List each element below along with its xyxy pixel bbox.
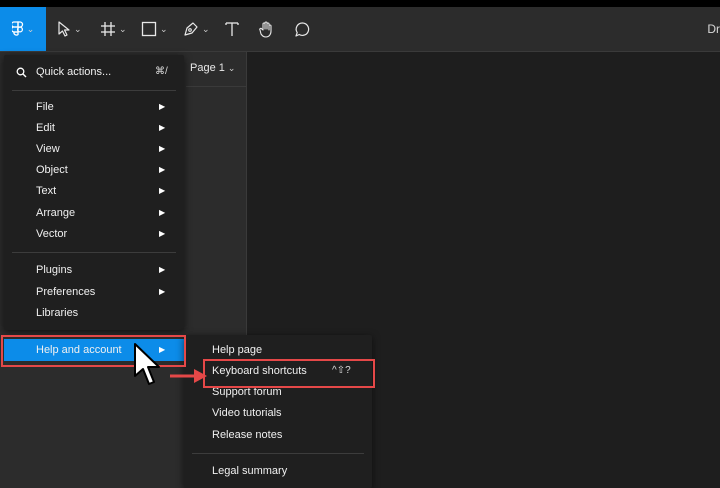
rectangle-icon — [141, 21, 157, 37]
submenu-arrow-icon: ▶ — [159, 208, 166, 217]
divider — [12, 252, 176, 253]
document-title[interactable]: Dr — [707, 22, 720, 36]
shape-tool-button[interactable]: ⌄ — [141, 7, 168, 51]
text-icon — [225, 22, 239, 36]
submenu-arrow-icon: ▶ — [159, 102, 166, 111]
menu-item-label: Legal summary — [212, 465, 288, 477]
comment-icon — [295, 21, 310, 37]
menu-item-help-page[interactable]: Help page — [184, 340, 372, 361]
cursor-arrow-icon — [58, 21, 70, 37]
submenu-arrow-icon: ▶ — [159, 265, 166, 274]
chevron-down-icon: ⌄ — [202, 23, 210, 34]
help-submenu: Help page Keyboard shortcuts ^⇧? Support… — [184, 335, 372, 488]
main-menu: Quick actions... ⌘/ File ▶ Edit ▶ View ▶ Ob… — [4, 55, 184, 330]
menu-item-label: Plugins — [36, 264, 73, 276]
submenu-arrow-icon: ▶ — [159, 123, 166, 132]
menu-item-video-tutorials[interactable]: Video tutorials — [184, 403, 372, 424]
submenu-arrow-icon: ▶ — [159, 186, 166, 195]
menu-item-libraries[interactable]: Libraries — [4, 303, 184, 324]
shortcut-label: ⌘/ — [155, 66, 168, 77]
menu-item-file[interactable]: File ▶ — [4, 97, 184, 118]
menu-item-label: Video tutorials — [212, 407, 282, 419]
highlight-box-keyboard-shortcuts — [203, 359, 375, 388]
menu-item-legal-summary[interactable]: Legal summary — [184, 461, 372, 482]
menu-item-label: Libraries — [36, 307, 79, 319]
chevron-down-icon: ⌄ — [74, 23, 82, 34]
menu-item-label: Help page — [212, 344, 263, 356]
chevron-down-icon: ⌄ — [227, 63, 236, 73]
menu-item-quick-actions[interactable]: Quick actions... ⌘/ — [4, 62, 184, 83]
menu-item-object[interactable]: Object ▶ — [4, 160, 184, 181]
menu-item-plugins[interactable]: Plugins ▶ — [4, 260, 184, 281]
menu-item-preferences[interactable]: Preferences ▶ — [4, 282, 184, 303]
menu-item-release-notes[interactable]: Release notes — [184, 425, 372, 446]
submenu-arrow-icon: ▶ — [159, 287, 166, 296]
menu-item-text[interactable]: Text ▶ — [4, 181, 184, 202]
pen-icon — [184, 22, 198, 36]
menu-item-label: Text — [36, 185, 57, 197]
menu-item-label: Edit — [36, 122, 55, 134]
chevron-down-icon: ⌄ — [26, 23, 35, 34]
menu-item-label: Arrange — [36, 207, 76, 219]
comment-tool-button[interactable] — [294, 7, 311, 51]
menu-item-label: Preferences — [36, 286, 96, 298]
menu-item-label: File — [36, 101, 54, 113]
divider — [12, 90, 176, 91]
mouse-cursor-icon — [134, 343, 160, 385]
menu-item-label: Vector — [36, 228, 68, 240]
toolbar: ⌄ ⌄ ⌄ ⌄ ⌄ Dr — [0, 7, 720, 52]
chevron-down-icon: ⌄ — [160, 23, 168, 34]
menu-item-edit[interactable]: Edit ▶ — [4, 118, 184, 139]
page-selector[interactable]: Page 1 ⌄ — [190, 62, 235, 74]
menu-item-label: Quick actions... — [36, 66, 112, 78]
menu-item-vector[interactable]: Vector ▶ — [4, 224, 184, 245]
menu-item-view[interactable]: View ▶ — [4, 139, 184, 160]
figma-logo-icon — [11, 21, 23, 36]
divider — [192, 453, 364, 454]
menu-item-label: Object — [36, 164, 68, 176]
annotation-arrow-icon — [170, 369, 207, 383]
pen-tool-button[interactable]: ⌄ — [183, 7, 210, 51]
hand-tool-button[interactable] — [258, 7, 276, 51]
main-menu-button[interactable]: ⌄ — [0, 7, 46, 51]
menu-item-label: View — [36, 143, 60, 155]
hand-icon — [259, 21, 272, 38]
divider — [186, 86, 246, 87]
submenu-arrow-icon: ▶ — [159, 165, 166, 174]
frame-tool-button[interactable]: ⌄ — [100, 7, 127, 51]
text-tool-button[interactable] — [225, 7, 239, 51]
submenu-arrow-icon: ▶ — [159, 144, 166, 153]
move-tool-button[interactable]: ⌄ — [57, 7, 82, 51]
menu-item-arrange[interactable]: Arrange ▶ — [4, 203, 184, 224]
chevron-down-icon: ⌄ — [119, 23, 127, 34]
search-icon — [16, 67, 27, 78]
menu-item-label: Release notes — [212, 429, 283, 441]
submenu-arrow-icon: ▶ — [159, 229, 166, 238]
frame-icon — [101, 22, 115, 36]
page-selector-label: Page 1 — [190, 62, 225, 74]
